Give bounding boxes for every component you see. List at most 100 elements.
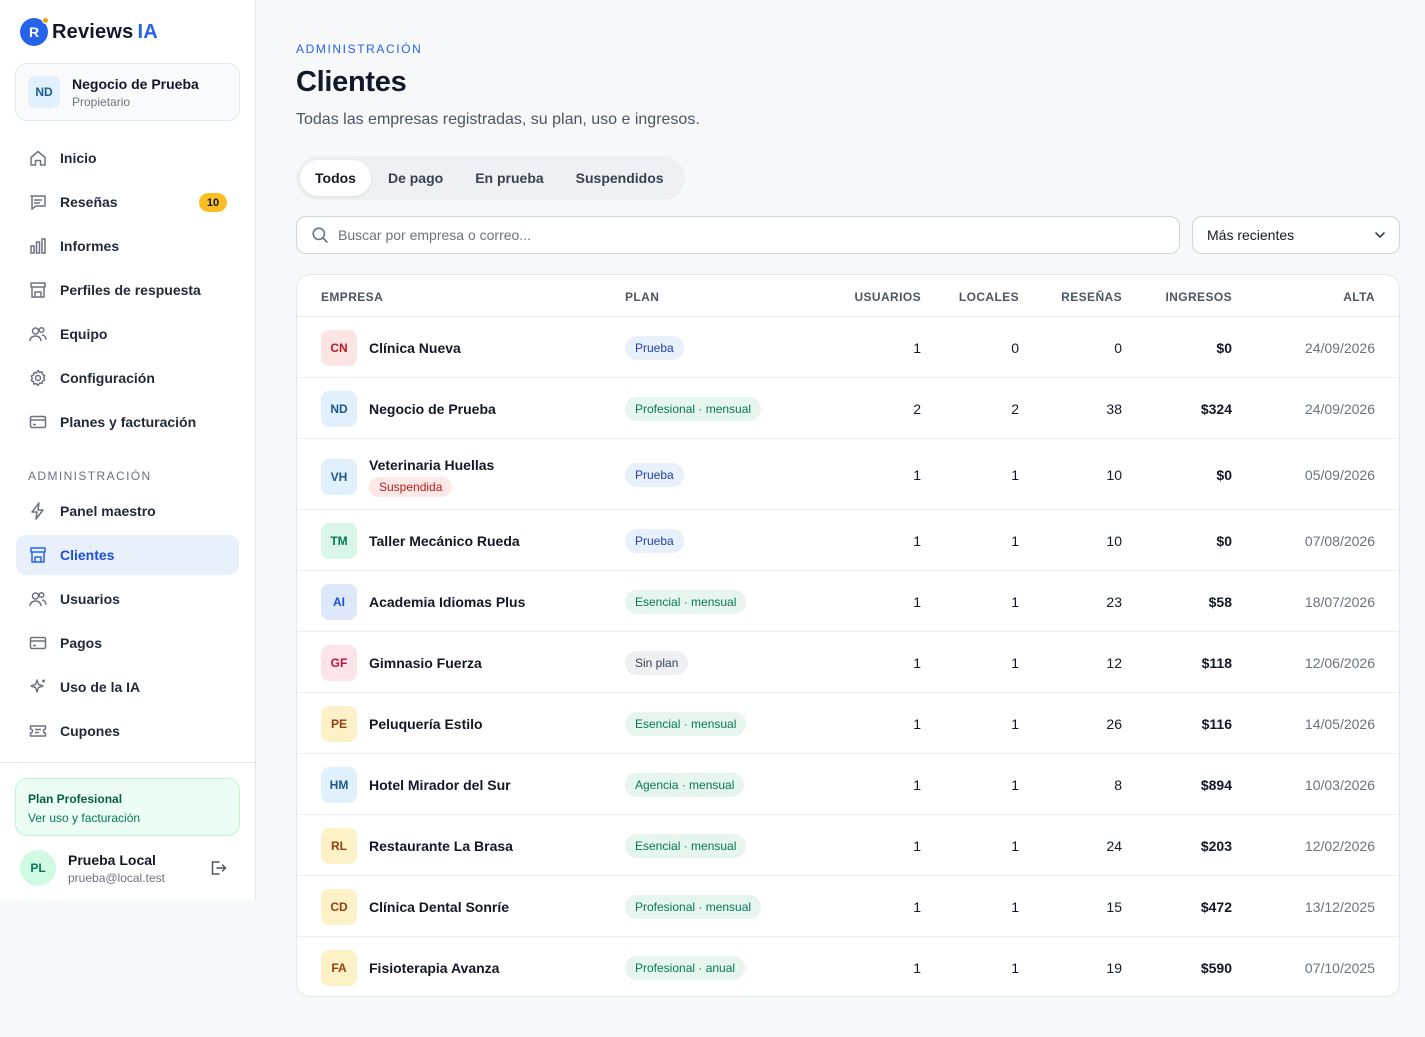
tab-todos[interactable]: Todos	[300, 160, 371, 196]
revenue-cell: $203	[1200, 837, 1232, 854]
sort-select[interactable]: Más recientes	[1192, 216, 1400, 254]
company-name[interactable]: Taller Mecánico Rueda	[369, 533, 520, 549]
tab-de-pago[interactable]: De pago	[373, 160, 458, 196]
page-title: Clientes	[296, 66, 407, 98]
plan-card-link[interactable]: Ver uso y facturación	[28, 811, 227, 825]
reviews-cell: 38	[1106, 400, 1122, 417]
nav-item-informes[interactable]: Informes	[16, 226, 239, 266]
clients-table: EMPRESA PLAN USUARIOS LOCALES RESEÑAS IN…	[296, 274, 1400, 997]
company-cell: HM Hotel Mirador del Sur	[321, 766, 511, 803]
revenue-cell: $472	[1200, 898, 1232, 915]
table-row[interactable]: HM Hotel Mirador del Sur Agencia · mensual…	[297, 754, 1399, 815]
users-cell: 2	[913, 400, 921, 417]
company-cell: RL Restaurante La Brasa	[321, 827, 513, 864]
plan-badge: Esencial · mensual	[625, 833, 747, 858]
main-nav: Inicio Reseñas 10 Informes Perfiles de r…	[16, 138, 239, 446]
brand[interactable]: R Reviews IA	[20, 17, 158, 46]
table-row[interactable]: GF Gimnasio Fuerza Sin plan 1 1 12 $118 12/06/2…	[297, 632, 1399, 693]
store-icon	[28, 545, 48, 565]
company-name[interactable]: Veterinaria Huellas	[369, 457, 494, 473]
signup-date-cell: 07/10/2025	[1304, 959, 1375, 976]
plan-badge: Profesional · mensual	[625, 396, 762, 421]
table-row[interactable]: CN Clínica Nueva Prueba 1 0 0 $0 24/09/2026	[297, 317, 1399, 378]
nav-item-equipo[interactable]: Equipo	[16, 314, 239, 354]
column-header-signup[interactable]: ALTA	[1275, 290, 1375, 304]
nav-item-label: Cupones	[60, 723, 120, 739]
plan-badge: Profesional · mensual	[625, 894, 762, 919]
nav-item-uso-ia[interactable]: Uso de la IA	[16, 667, 239, 707]
nav-item-panel-maestro[interactable]: Panel maestro	[16, 491, 239, 531]
locations-cell: 1	[1011, 837, 1019, 854]
company-cell: PE Peluquería Estilo	[321, 705, 483, 742]
store-icon	[28, 280, 48, 300]
admin-nav: Panel maestro Clientes Usuarios Pagos Us…	[16, 491, 239, 755]
nav-item-clientes[interactable]: Clientes	[16, 535, 239, 575]
company-name[interactable]: Gimnasio Fuerza	[369, 655, 482, 671]
company-cell: TM Taller Mecánico Rueda	[321, 522, 520, 559]
business-switcher[interactable]: ND Negocio de Prueba Propietario	[15, 63, 240, 121]
reviews-cell: 15	[1106, 898, 1122, 915]
table-row[interactable]: AI Academia Idiomas Plus Esencial · mensua…	[297, 571, 1399, 632]
logout-icon[interactable]	[207, 857, 229, 879]
table-row[interactable]: ND Negocio de Prueba Profesional · mensual…	[297, 378, 1399, 439]
company-avatar: FA	[321, 949, 357, 986]
nav-item-label: Usuarios	[60, 591, 120, 607]
bolt-icon	[28, 501, 48, 521]
company-name[interactable]: Hotel Mirador del Sur	[369, 777, 511, 793]
company-name[interactable]: Academia Idiomas Plus	[369, 594, 525, 610]
nav-item-perfiles[interactable]: Perfiles de respuesta	[16, 270, 239, 310]
search-input[interactable]	[338, 227, 1138, 243]
nav-item-resenas[interactable]: Reseñas 10	[16, 182, 239, 222]
table-row[interactable]: VH Veterinaria Huellas Suspendida Prueba 1 1 1…	[297, 439, 1399, 510]
nav-item-cupones[interactable]: Cupones	[16, 711, 239, 751]
company-name[interactable]: Negocio de Prueba	[369, 401, 496, 417]
credit-card-icon	[28, 412, 48, 432]
nav-item-label: Equipo	[60, 326, 108, 342]
column-header-plan[interactable]: PLAN	[625, 290, 659, 304]
column-header-users[interactable]: USUARIOS	[821, 290, 921, 304]
column-header-revenue[interactable]: INGRESOS	[1132, 290, 1232, 304]
table-row[interactable]: RL Restaurante La Brasa Esencial · mensual…	[297, 815, 1399, 876]
company-name[interactable]: Restaurante La Brasa	[369, 838, 513, 854]
plan-badge: Prueba	[625, 462, 684, 487]
column-header-company[interactable]: EMPRESA	[321, 290, 383, 304]
brand-name: Reviews IA	[52, 21, 158, 44]
nav-item-label: Panel maestro	[60, 503, 156, 519]
company-name[interactable]: Peluquería Estilo	[369, 716, 483, 732]
nav-item-pagos[interactable]: Pagos	[16, 623, 239, 663]
sort-select-value: Más recientes	[1207, 227, 1295, 243]
company-cell: VH Veterinaria Huellas Suspendida	[321, 457, 494, 497]
gear-icon	[28, 368, 48, 388]
nav-item-label: Planes y facturación	[60, 414, 197, 430]
plan-card-title: Plan Profesional	[28, 792, 123, 806]
company-name[interactable]: Clínica Dental Sonríe	[369, 899, 509, 915]
tab-suspendidos[interactable]: Suspendidos	[561, 160, 679, 196]
nav-item-usuarios[interactable]: Usuarios	[16, 579, 239, 619]
tab-en-prueba[interactable]: En prueba	[460, 160, 558, 196]
nav-item-inicio[interactable]: Inicio	[16, 138, 239, 178]
revenue-cell: $590	[1200, 959, 1232, 976]
company-cell: AI Academia Idiomas Plus	[321, 583, 525, 620]
table-row[interactable]: FA Fisioterapia Avanza Profesional · anual…	[297, 937, 1399, 996]
revenue-cell: $324	[1200, 400, 1232, 417]
nav-item-configuracion[interactable]: Configuración	[16, 358, 239, 398]
table-row[interactable]: PE Peluquería Estilo Esencial · mensual 1 1 2…	[297, 693, 1399, 754]
locations-cell: 0	[1011, 339, 1019, 356]
column-header-locations[interactable]: LOCALES	[919, 290, 1019, 304]
company-name[interactable]: Clínica Nueva	[369, 340, 461, 356]
business-role: Propietario	[72, 94, 131, 109]
sidebar: R Reviews IA ND Negocio de Prueba Propiet…	[0, 0, 256, 900]
column-header-reviews[interactable]: RESEÑAS	[1022, 290, 1122, 304]
credit-card-icon	[28, 633, 48, 653]
locations-cell: 1	[1011, 715, 1019, 732]
page-subtitle: Todas las empresas registradas, su plan,…	[296, 111, 700, 128]
table-row[interactable]: CD Clínica Dental Sonríe Profesional · men…	[297, 876, 1399, 937]
plan-card[interactable]: Plan Profesional Ver uso y facturación	[15, 778, 240, 836]
ticket-icon	[28, 721, 48, 741]
plan-badge: Prueba	[625, 528, 684, 553]
company-cell: CN Clínica Nueva	[321, 329, 461, 366]
table-row[interactable]: TM Taller Mecánico Rueda Prueba 1 1 10 $0 07/08…	[297, 510, 1399, 571]
company-name[interactable]: Fisioterapia Avanza	[369, 960, 499, 976]
nav-item-planes[interactable]: Planes y facturación	[16, 402, 239, 442]
reviews-cell: 8	[1114, 776, 1122, 793]
